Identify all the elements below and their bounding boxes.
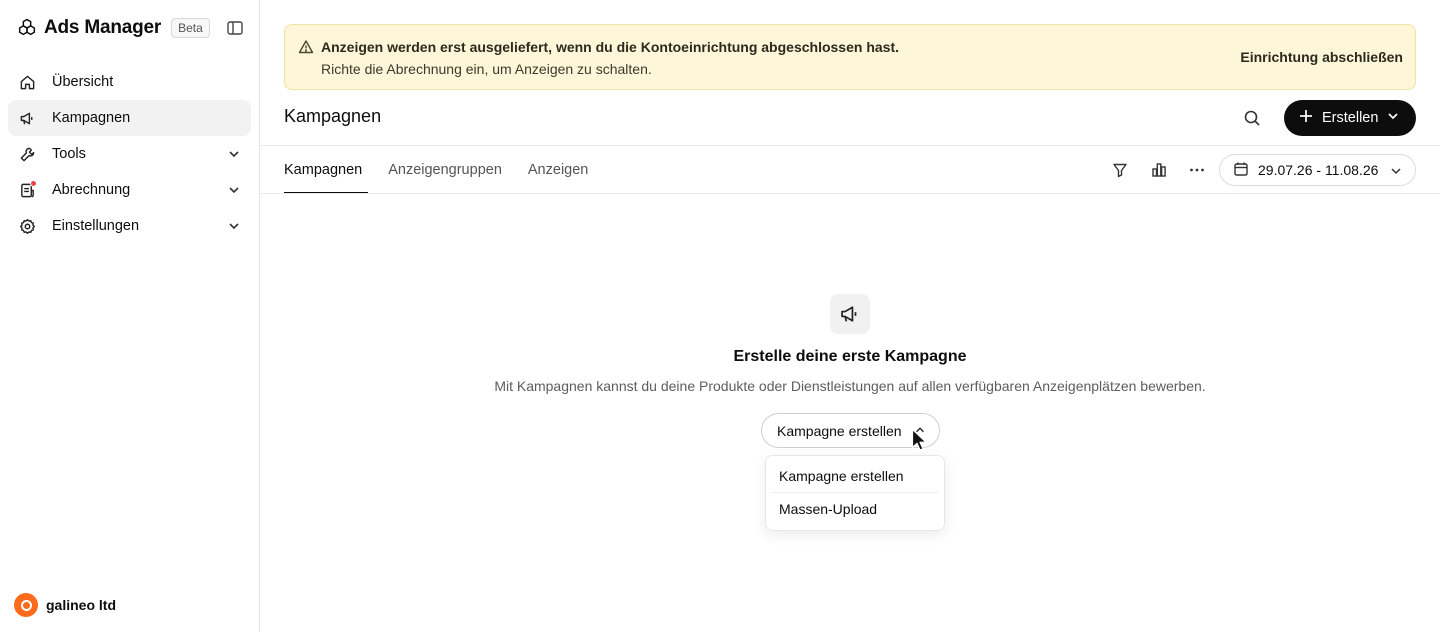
openai-logo-icon	[16, 17, 38, 39]
empty-state-title: Erstelle deine erste Kampagne	[733, 348, 967, 365]
chevron-down-icon	[227, 219, 241, 233]
sidebar-item-label: Abrechnung	[52, 182, 131, 198]
account-name: galineo ltd	[46, 597, 116, 613]
sidebar-item-label: Einstellungen	[52, 218, 140, 234]
page-title: Kampagnen	[284, 106, 382, 126]
warning-icon	[298, 39, 314, 55]
sidebar-item-settings[interactable]: Einstellungen	[8, 208, 251, 244]
date-range-label: 29.07.26 - 11.08.26	[1258, 162, 1379, 178]
chevron-down-icon	[227, 147, 241, 161]
create-button-label: Erstellen	[1322, 110, 1379, 126]
tabs-divider	[260, 193, 1440, 194]
create-campaign-button[interactable]: Kampagne erstellen	[761, 413, 940, 448]
megaphone-icon	[830, 294, 870, 334]
create-campaign-menu: Kampagne erstellen Massen-Upload	[765, 455, 945, 531]
columns-chart-icon[interactable]	[1149, 160, 1169, 180]
chevron-down-icon	[1389, 164, 1403, 181]
sidebar-item-label: Übersicht	[52, 74, 114, 90]
filter-icon[interactable]	[1110, 160, 1130, 180]
chevron-up-icon	[914, 423, 926, 439]
app-name: Ads Manager	[44, 17, 162, 38]
sidebar-toggle-icon[interactable]	[226, 19, 244, 37]
more-options-icon[interactable]	[1187, 160, 1207, 180]
sidebar: Ads Manager Beta Übersicht Kampagnen Too…	[0, 0, 260, 632]
sidebar-item-overview[interactable]: Übersicht	[8, 64, 251, 100]
tab-campaigns[interactable]: Kampagnen	[284, 146, 369, 194]
gear-icon	[18, 217, 36, 235]
date-range-picker[interactable]: 29.07.26 - 11.08.26	[1219, 154, 1416, 186]
calendar-icon	[1233, 161, 1249, 180]
sidebar-item-label: Kampagnen	[52, 110, 131, 126]
megaphone-icon	[18, 109, 36, 127]
banner-subtitle: Richte die Abrechnung ein, um Anzeigen z…	[321, 61, 652, 77]
notification-dot	[30, 180, 37, 187]
menu-item-bulk-upload[interactable]: Massen-Upload	[771, 493, 939, 525]
home-icon	[18, 73, 36, 91]
account-switcher[interactable]: galineo ltd	[14, 592, 116, 618]
brand[interactable]: Ads Manager Beta	[16, 14, 210, 42]
finish-setup-link[interactable]: Einrichtung abschließen	[1240, 49, 1403, 65]
sidebar-item-campaigns[interactable]: Kampagnen	[8, 100, 251, 136]
search-icon[interactable]	[1240, 106, 1264, 130]
empty-state-description: Mit Kampagnen kannst du deine Produkte o…	[494, 378, 1206, 394]
tab-bar: Kampagnen Anzeigengruppen Anzeigen	[284, 146, 614, 194]
sidebar-item-tools[interactable]: Tools	[8, 136, 251, 172]
tab-ad-groups[interactable]: Anzeigengruppen	[388, 146, 502, 194]
sidebar-item-label: Tools	[52, 146, 86, 162]
sidebar-item-billing[interactable]: Abrechnung	[8, 172, 251, 208]
chevron-down-icon	[227, 183, 241, 197]
beta-badge: Beta	[171, 18, 210, 38]
create-button[interactable]: Erstellen	[1284, 100, 1416, 136]
avatar	[14, 593, 38, 617]
create-campaign-label: Kampagne erstellen	[777, 422, 902, 439]
setup-warning-banner: Anzeigen werden erst ausgeliefert, wenn …	[284, 24, 1416, 90]
menu-item-create-campaign[interactable]: Kampagne erstellen	[771, 460, 939, 492]
banner-title: Anzeigen werden erst ausgeliefert, wenn …	[321, 39, 899, 55]
plus-icon	[1298, 108, 1314, 128]
sidebar-nav: Übersicht Kampagnen Tools Abrechnung Ein…	[8, 64, 251, 244]
chevron-down-icon	[1386, 109, 1400, 127]
wrench-icon	[18, 145, 36, 163]
tab-ads[interactable]: Anzeigen	[528, 146, 588, 194]
